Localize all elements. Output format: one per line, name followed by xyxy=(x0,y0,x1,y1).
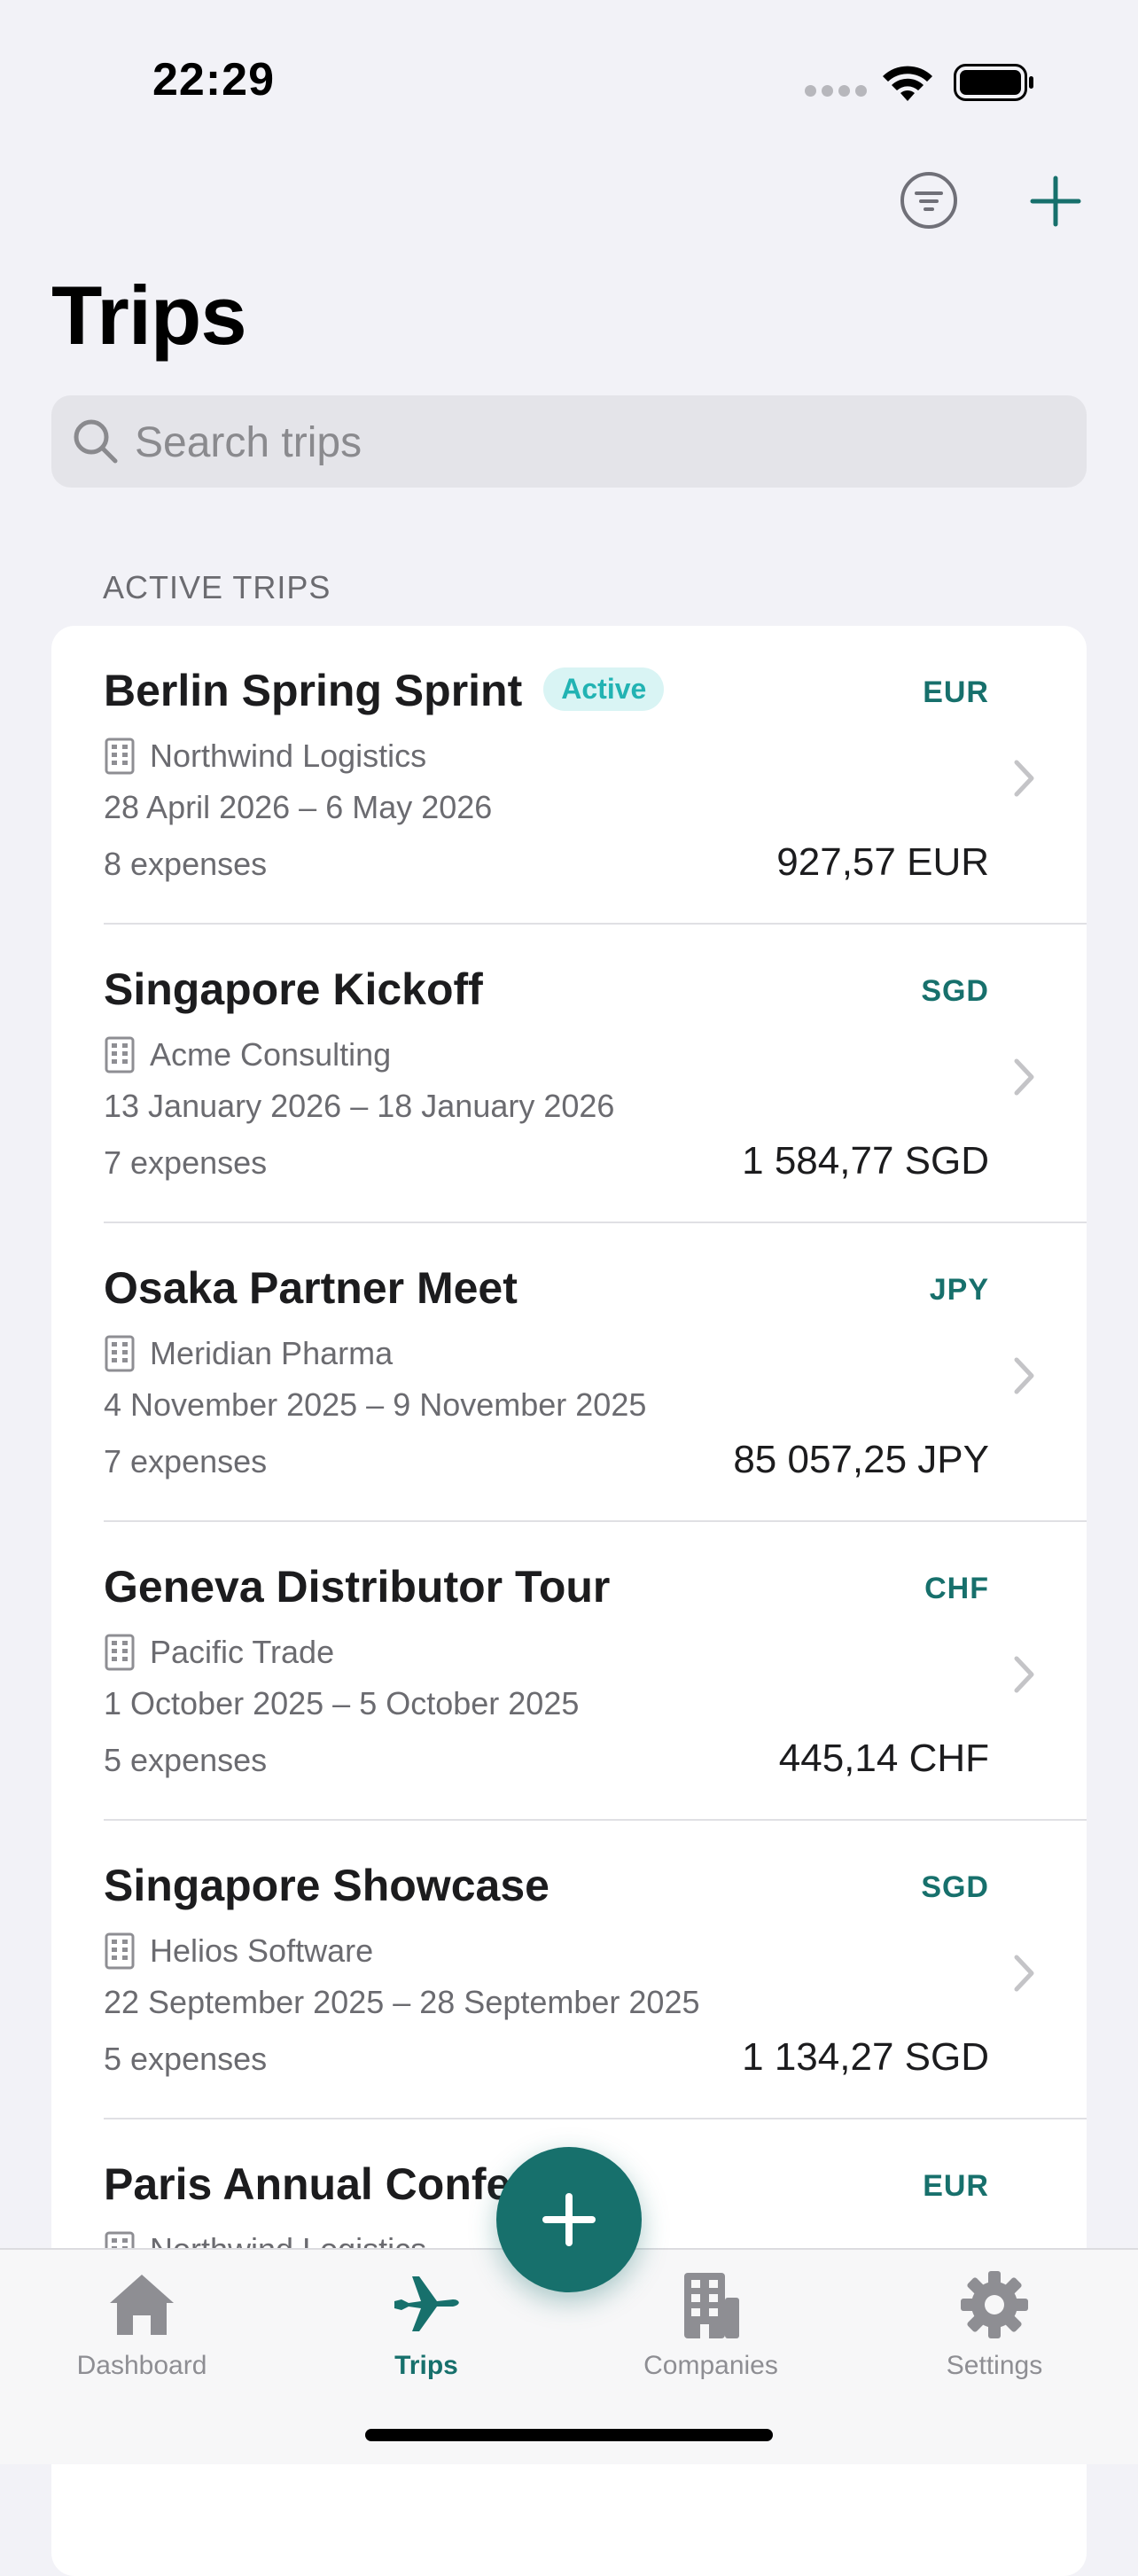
trip-expense-count: 7 expenses xyxy=(104,1443,268,1479)
trip-dates: 22 September 2025 – 28 September 2025 xyxy=(104,1984,700,2020)
wifi-icon xyxy=(883,66,932,101)
trip-total: 1 134,27 SGD xyxy=(742,2035,989,2079)
trip-row[interactable]: Osaka Partner Meet JPY Meridian Pharma 4… xyxy=(51,1223,1087,1522)
trip-total: 85 057,25 JPY xyxy=(733,1438,989,1481)
trip-total: 927,57 EUR xyxy=(776,840,989,884)
chevron-right-icon xyxy=(1014,1955,1034,1992)
trip-currency: EUR xyxy=(923,675,989,709)
trip-row[interactable]: Geneva Distributor Tour CHF Pacific Trad… xyxy=(51,1522,1087,1821)
chevron-right-icon xyxy=(1014,1058,1034,1096)
tab-label: Dashboard xyxy=(76,2351,207,2380)
trip-row[interactable]: Singapore Showcase SGD Helios Software 2… xyxy=(51,1821,1087,2119)
add-trip-button[interactable] xyxy=(1028,174,1083,229)
trip-company: Meridian Pharma xyxy=(150,1335,394,1371)
house-icon xyxy=(110,2275,174,2335)
trip-dates: 13 January 2026 – 18 January 2026 xyxy=(104,1088,615,1124)
section-header: ACTIVE TRIPS xyxy=(103,569,331,605)
trip-name: Geneva Distributor Tour xyxy=(104,1562,611,1612)
status-time: 22:29 xyxy=(152,54,275,105)
trip-total: 445,14 CHF xyxy=(778,1737,989,1780)
search-bar[interactable] xyxy=(51,395,1087,489)
trip-currency: SGD xyxy=(921,974,989,1008)
trip-name-line: Berlin Spring Sprint Active xyxy=(104,665,665,716)
trip-company: Acme Consulting xyxy=(150,1036,392,1073)
trip-total: 1 584,77 SGD xyxy=(742,1139,989,1183)
building-icon xyxy=(105,1932,135,1970)
trip-currency: SGD xyxy=(921,1870,989,1904)
building-icon xyxy=(105,1036,135,1073)
building-icon xyxy=(684,2273,739,2338)
trip-dates: 28 April 2026 – 6 May 2026 xyxy=(104,789,493,825)
tab-dashboard[interactable]: Dashboard xyxy=(53,2268,230,2381)
gear-icon xyxy=(961,2271,1028,2338)
trip-dates: 4 November 2025 – 9 November 2025 xyxy=(104,1386,647,1423)
trip-company: Northwind Logistics xyxy=(150,738,427,774)
chevron-right-icon xyxy=(1014,1357,1034,1394)
tab-label: Trips xyxy=(394,2351,458,2380)
trip-currency: EUR xyxy=(923,2169,989,2203)
trip-row[interactable]: Singapore Kickoff SGD Acme Consulting 13… xyxy=(51,925,1087,1223)
add-expense-fab[interactable] xyxy=(496,2147,642,2292)
trip-currency: CHF xyxy=(924,1572,989,1605)
trip-expense-count: 5 expenses xyxy=(104,2041,268,2077)
building-icon xyxy=(105,1335,135,1372)
plus-icon xyxy=(542,2193,596,2246)
building-icon xyxy=(105,1634,135,1671)
search-icon xyxy=(74,419,118,464)
chevron-right-icon xyxy=(1014,760,1034,797)
status-badge: Active xyxy=(543,667,665,711)
tab-companies[interactable]: Companies xyxy=(622,2268,799,2381)
page-title: Trips xyxy=(51,269,247,362)
battery-icon xyxy=(954,64,1033,101)
trip-name: Berlin Spring Sprint xyxy=(104,666,523,715)
trip-name: Singapore Showcase xyxy=(104,1861,550,1910)
search-input[interactable] xyxy=(133,395,1058,489)
trip-name: Singapore Kickoff xyxy=(104,964,483,1014)
tab-settings[interactable]: Settings xyxy=(906,2268,1083,2381)
tab-trips[interactable]: Trips xyxy=(338,2268,515,2381)
filter-icon[interactable] xyxy=(899,170,959,230)
chevron-right-icon xyxy=(1014,1656,1034,1693)
building-icon xyxy=(105,738,135,775)
trip-expense-count: 8 expenses xyxy=(104,846,268,882)
trip-name: Paris Annual Confer xyxy=(104,2159,528,2209)
tab-label: Settings xyxy=(946,2351,1043,2380)
trip-name: Osaka Partner Meet xyxy=(104,1263,518,1313)
trip-company: Pacific Trade xyxy=(150,1634,335,1670)
trip-dates: 1 October 2025 – 5 October 2025 xyxy=(104,1685,580,1721)
trip-currency: JPY xyxy=(929,1273,989,1307)
home-indicator xyxy=(365,2429,773,2441)
airplane-icon xyxy=(394,2276,459,2331)
trip-row[interactable]: Berlin Spring Sprint Active EUR Northwind… xyxy=(51,626,1087,925)
trip-expense-count: 7 expenses xyxy=(104,1144,268,1181)
trip-expense-count: 5 expenses xyxy=(104,1742,268,1778)
cellular-signal-icon xyxy=(805,85,867,98)
trip-company: Helios Software xyxy=(150,1932,374,1969)
tab-label: Companies xyxy=(643,2351,778,2380)
